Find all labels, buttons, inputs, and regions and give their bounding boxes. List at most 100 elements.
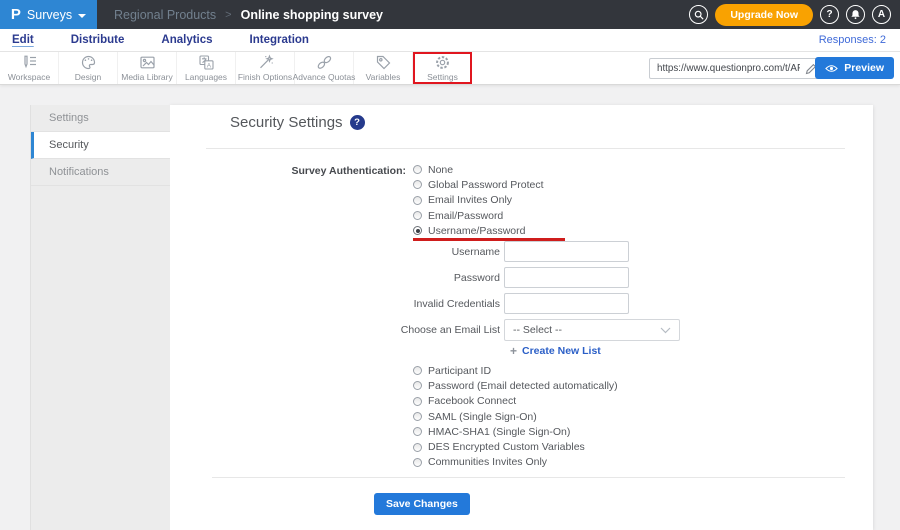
responses-count-link[interactable]: Responses: 2 (819, 34, 886, 46)
account-avatar[interactable]: A (872, 5, 891, 24)
search-button[interactable] (689, 5, 709, 24)
footer-divider (212, 477, 845, 478)
toolbar-languages-label: Languages (184, 72, 228, 82)
tab-edit[interactable]: Edit (12, 34, 34, 46)
email-list-select[interactable]: -- Select -- (504, 319, 680, 341)
languages-translate-icon: A (198, 55, 214, 70)
notifications-button[interactable] (846, 5, 865, 24)
questionpro-logo: P (10, 6, 21, 23)
toolbar-advance-quotas-label: Advance Quotas (292, 72, 356, 82)
radio-unselected-icon[interactable] (413, 396, 422, 406)
sidebar-item-notifications[interactable]: Notifications (31, 159, 170, 186)
settings-gear-icon (436, 56, 449, 69)
survey-url-input[interactable] (649, 58, 821, 79)
help-button[interactable]: ? (820, 5, 839, 24)
auth-option-des-encrypted[interactable]: DES Encrypted Custom Variables (413, 439, 618, 454)
radio-unselected-icon[interactable] (413, 195, 422, 205)
preview-label: Preview (844, 62, 884, 74)
username-input[interactable] (504, 241, 629, 262)
panel-header: Security Settings ? (230, 114, 365, 131)
radio-unselected-icon[interactable] (413, 366, 422, 376)
survey-url-box (649, 58, 821, 79)
product-label: Surveys (26, 7, 73, 22)
edit-toolbar: Workspace Design Media Library A Languag… (0, 52, 900, 85)
breadcrumb: Regional Products > Online shopping surv… (114, 8, 383, 22)
sidebar-security-label: Security (49, 139, 89, 151)
auth-option-global-password-protect[interactable]: Global Password Protect (413, 177, 544, 192)
radio-unselected-icon[interactable] (413, 211, 422, 221)
upgrade-now-button[interactable]: Upgrade Now (715, 3, 813, 26)
toolbar-media-library-label: Media Library (121, 72, 173, 82)
toolbar-finish-options[interactable]: Finish Options (236, 52, 295, 84)
auth-option-participant-id[interactable]: Participant ID (413, 363, 618, 378)
sidebar-item-settings[interactable]: Settings (31, 105, 170, 132)
auth-option-email-password[interactable]: Email/Password (413, 208, 544, 223)
topbar-actions: Upgrade Now ? A (689, 3, 900, 26)
title-help-icon[interactable]: ? (349, 115, 365, 130)
radio-unselected-icon[interactable] (413, 381, 422, 391)
auth-option-saml[interactable]: SAML (Single Sign-On) (413, 409, 618, 424)
caret-down-icon (78, 13, 87, 18)
toolbar-media-library[interactable]: Media Library (118, 52, 177, 84)
surveys-product-menu[interactable]: P Surveys (0, 0, 97, 29)
create-new-list-link[interactable]: + Create New List (510, 345, 601, 357)
toolbar-finish-options-label: Finish Options (237, 72, 293, 82)
tab-analytics[interactable]: Analytics (161, 34, 212, 46)
chevron-down-icon (660, 327, 671, 333)
sidebar-settings-label: Settings (49, 112, 89, 124)
auth-option-communities-invites[interactable]: Communities Invites Only (413, 455, 618, 470)
sidebar-item-security[interactable]: Security (31, 132, 170, 159)
radio-unselected-icon[interactable] (413, 457, 422, 467)
toolbar-advance-quotas[interactable]: Advance Quotas (292, 52, 356, 84)
tab-distribute[interactable]: Distribute (71, 34, 125, 46)
password-input[interactable] (504, 267, 629, 288)
breadcrumb-survey-title: Online shopping survey (240, 7, 383, 22)
tab-integration[interactable]: Integration (250, 34, 309, 46)
auth-option-password-email-detected[interactable]: Password (Email detected automatically) (413, 378, 618, 393)
toolbar-design[interactable]: Design (59, 52, 118, 84)
auth-option-none[interactable]: None (413, 162, 544, 177)
save-changes-button[interactable]: Save Changes (374, 493, 470, 515)
invalid-credentials-label: Invalid Credentials (413, 297, 500, 310)
design-palette-icon (81, 55, 95, 70)
auth-option-hmac-sha1[interactable]: HMAC-SHA1 (Single Sign-On) (413, 424, 618, 439)
settings-sidebar: Settings Security Notifications (30, 105, 170, 530)
auth-option-facebook-connect[interactable]: Facebook Connect (413, 394, 618, 409)
bell-icon (851, 10, 860, 20)
username-field-row: Username (170, 241, 629, 262)
toolbar-workspace-label: Workspace (7, 72, 51, 82)
toolbar-variables-label: Variables (365, 72, 401, 82)
plus-icon: + (510, 344, 518, 358)
survey-nav-tabs: Edit Distribute Analytics Integration Re… (0, 29, 900, 52)
radio-selected-icon[interactable] (413, 226, 422, 236)
auth-options-bottom-group: Participant ID Password (Email detected … (413, 363, 618, 470)
toolbar-variables[interactable]: Variables (354, 52, 413, 84)
toolbar-languages[interactable]: A Languages (177, 52, 236, 84)
radio-unselected-icon[interactable] (413, 427, 422, 437)
survey-authentication-label: Survey Authentication: (291, 165, 406, 177)
top-bar: P Surveys Regional Products > Online sho… (0, 0, 900, 29)
auth-option-email-invites-only[interactable]: Email Invites Only (413, 193, 544, 208)
invalid-credentials-field-row: Invalid Credentials (170, 293, 629, 314)
radio-unselected-icon[interactable] (413, 412, 422, 422)
radio-unselected-icon[interactable] (413, 165, 422, 175)
radio-unselected-icon[interactable] (413, 442, 422, 452)
preview-button[interactable]: Preview (815, 57, 894, 79)
toolbar-settings-label: Settings (427, 72, 458, 82)
security-settings-panel: Security Settings ? Survey Authenticatio… (170, 105, 873, 530)
username-label: Username (451, 245, 500, 258)
toolbar-settings[interactable]: Settings (413, 52, 472, 84)
toolbar-design-label: Design (74, 72, 102, 82)
svg-text:A: A (206, 62, 211, 69)
breadcrumb-folder[interactable]: Regional Products (114, 8, 216, 22)
breadcrumb-separator: > (225, 8, 232, 21)
password-label: Password (453, 271, 500, 284)
invalid-credentials-input[interactable] (504, 293, 629, 314)
finish-wand-icon (259, 54, 274, 69)
auth-option-username-password[interactable]: Username/Password (413, 223, 544, 238)
variables-tag-icon (376, 55, 390, 70)
auth-options-top-group: None Global Password Protect Email Invit… (413, 162, 544, 238)
radio-unselected-icon[interactable] (413, 180, 422, 190)
toolbar-workspace[interactable]: Workspace (0, 52, 59, 84)
page-title: Security Settings (230, 114, 343, 131)
